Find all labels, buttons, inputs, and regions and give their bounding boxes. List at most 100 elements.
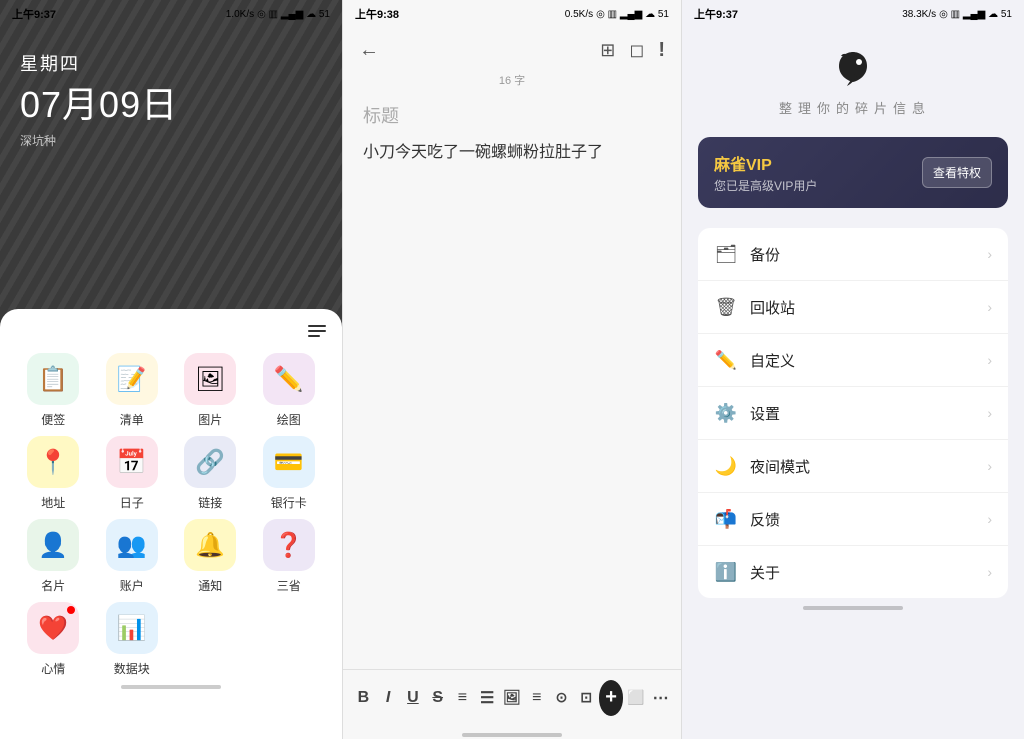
app-item-mingpian[interactable]: 👤 名片 (16, 519, 91, 594)
share-icon[interactable]: ◻ (629, 40, 644, 61)
settings-icon-backup: 🗂 (714, 242, 738, 266)
status-icons-middle: 0.5K/s ◎ ▥ ▂▄▆ ☁ 51 (565, 9, 669, 20)
settings-item-customize[interactable]: ✏️ 自定义 › (698, 334, 1008, 387)
settings-label-about: 关于 (750, 562, 975, 583)
chevron-icon-about: › (987, 564, 992, 580)
app-label-bianjian: 便签 (41, 411, 65, 428)
panel-right: 上午9:37 38.3K/s ◎ ▥ ▂▄▆ ☁ 51 整理你的碎片信息 麻雀V… (682, 0, 1024, 739)
home-indicator-right (682, 598, 1024, 612)
status-bar-middle: 上午9:38 0.5K/s ◎ ▥ ▂▄▆ ☁ 51 (343, 0, 681, 28)
app-item-zhanghao[interactable]: 👥 账户 (95, 519, 170, 594)
app-item-tupian[interactable]: 🖼 图片 (173, 353, 248, 428)
editor-bottom-toolbar: B I U S ≡ ☰ 🖼 ≡ ⊙ ⊡ + ⬜ ⋯ (343, 669, 681, 725)
app-icon-tongzhi: 🔔 (184, 519, 236, 571)
date-label: 07月09日 (20, 76, 178, 128)
slogan: 整理你的碎片信息 (779, 98, 927, 117)
slogan-char: 理 (798, 98, 813, 117)
underline-button[interactable]: U (401, 680, 426, 716)
back-button[interactable]: ← (359, 39, 379, 62)
more-icon[interactable]: ! (658, 39, 665, 62)
image-button[interactable]: 🖼 (500, 680, 525, 716)
app-item-yinhangka[interactable]: 💳 银行卡 (252, 436, 327, 511)
vip-privileges-button[interactable]: 查看特权 (922, 157, 992, 188)
ordered-list-button[interactable]: ≡ (450, 680, 475, 716)
app-item-qingdan[interactable]: 📝 清单 (95, 353, 170, 428)
app-item-huitui[interactable]: ✏️ 绘图 (252, 353, 327, 428)
status-icons-left: 1.0K/s ◎ ▥ ▂▄▆ ☁ 51 (226, 9, 330, 20)
vip-subtitle: 您已是高级VIP用户 (714, 177, 817, 194)
italic-button[interactable]: I (376, 680, 401, 716)
app-item-sansheng[interactable]: ❓ 三省 (252, 519, 327, 594)
editor-title-placeholder[interactable]: 标题 (343, 94, 681, 132)
settings-icon-settings: ⚙️ (714, 401, 738, 425)
app-icon-yinhangka: 💳 (263, 436, 315, 488)
settings-item-feedback[interactable]: 📬 反馈 › (698, 493, 1008, 546)
chevron-icon-backup: › (987, 246, 992, 262)
settings-icon-recycle: 🗑 (714, 295, 738, 319)
home-indicator-middle (343, 725, 681, 739)
settings-label-backup: 备份 (750, 244, 975, 265)
app-label-mingpian: 名片 (41, 577, 65, 594)
app-icon-tupian: 🖼 (184, 353, 236, 405)
chevron-icon-recycle: › (987, 299, 992, 315)
app-item-dizhi[interactable]: 📍 地址 (16, 436, 91, 511)
menu-bars-icon[interactable] (308, 325, 326, 337)
bold-button[interactable]: B (351, 680, 376, 716)
strikethrough-button[interactable]: S (425, 680, 450, 716)
vip-title: 麻雀VIP (714, 151, 817, 175)
settings-item-backup[interactable]: 🗂 备份 › (698, 228, 1008, 281)
app-icon-lianjie: 🔗 (184, 436, 236, 488)
app-grid: 📋 便签 📝 清单 🖼 图片 ✏️ 绘图 📍 地址 📅 日 (16, 353, 326, 677)
editor-toolbar-top: ← ⊞ ◻ ! (343, 28, 681, 72)
app-label-rizi: 日子 (120, 494, 144, 511)
chevron-icon-nightmode: › (987, 458, 992, 474)
vip-info: 麻雀VIP 您已是高级VIP用户 (714, 151, 817, 194)
app-label-sansheng: 三省 (277, 577, 301, 594)
speed-middle: 0.5K/s (565, 9, 593, 20)
app-item-rizi[interactable]: 📅 日子 (95, 436, 170, 511)
app-label-dizhi: 地址 (41, 494, 65, 511)
settings-list: 🗂 备份 › 🗑 回收站 › ✏️ 自定义 › ⚙️ 设置 › 🌙 夜间模式 ›… (698, 228, 1008, 598)
editor-content[interactable]: 小刀今天吃了一碗螺蛳粉拉肚子了 (343, 132, 681, 669)
vip-card[interactable]: 麻雀VIP 您已是高级VIP用户 查看特权 (698, 137, 1008, 208)
date-widget: 星期四 07月09日 深坑种 (20, 50, 178, 149)
app-item-bianjian[interactable]: 📋 便签 (16, 353, 91, 428)
signal-icons-middle: ◎ ▥ ▂▄▆ ☁ 51 (596, 9, 669, 20)
add-button[interactable]: + (599, 680, 624, 716)
chevron-icon-feedback: › (987, 511, 992, 527)
settings-icon-about: ℹ️ (714, 560, 738, 584)
settings-item-recycle[interactable]: 🗑 回收站 › (698, 281, 1008, 334)
time-left: 上午9:37 (12, 6, 56, 22)
app-item-shujukuai[interactable]: 📊 数据块 (95, 602, 170, 677)
app-label-lianjie: 链接 (198, 494, 222, 511)
chevron-icon-customize: › (987, 352, 992, 368)
signal-icons-left: ◎ ▥ ▂▄▆ ☁ 51 (257, 9, 330, 20)
record-button[interactable]: ⊙ (549, 680, 574, 716)
panel-left: 上午9:37 1.0K/s ◎ ▥ ▂▄▆ ☁ 51 星期四 07月09日 深坑… (0, 0, 342, 739)
more-button[interactable]: ⋯ (648, 680, 673, 716)
app-item-xingqing[interactable]: ❤️ 心情 (16, 602, 91, 677)
app-icon-zhanghao: 👥 (106, 519, 158, 571)
app-label-zhanghao: 账户 (120, 577, 144, 594)
bottom-sheet: 📋 便签 📝 清单 🖼 图片 ✏️ 绘图 📍 地址 📅 日 (0, 309, 342, 739)
slogan-char: 碎 (855, 98, 870, 117)
slogan-char: 你 (817, 98, 832, 117)
time-middle: 上午9:38 (355, 6, 399, 22)
settings-label-settings: 设置 (750, 403, 975, 424)
settings-item-settings[interactable]: ⚙️ 设置 › (698, 387, 1008, 440)
app-icon-huitui: ✏️ (263, 353, 315, 405)
unordered-list-button[interactable]: ☰ (475, 680, 500, 716)
status-bar-left: 上午9:37 1.0K/s ◎ ▥ ▂▄▆ ☁ 51 (0, 0, 342, 28)
align-button[interactable]: ≡ (524, 680, 549, 716)
slogan-char: 信 (893, 98, 908, 117)
template-button[interactable]: ⬜ (623, 680, 648, 716)
settings-item-nightmode[interactable]: 🌙 夜间模式 › (698, 440, 1008, 493)
settings-header: 整理你的碎片信息 (682, 28, 1024, 129)
toolbar-left: ← (359, 39, 379, 62)
table-button[interactable]: ⊡ (574, 680, 599, 716)
app-item-tongzhi[interactable]: 🔔 通知 (173, 519, 248, 594)
layout-icon[interactable]: ⊞ (600, 40, 615, 61)
app-item-lianjie[interactable]: 🔗 链接 (173, 436, 248, 511)
signal-icons-right: ◎ ▥ ▂▄▆ ☁ 51 (939, 9, 1012, 20)
settings-item-about[interactable]: ℹ️ 关于 › (698, 546, 1008, 598)
